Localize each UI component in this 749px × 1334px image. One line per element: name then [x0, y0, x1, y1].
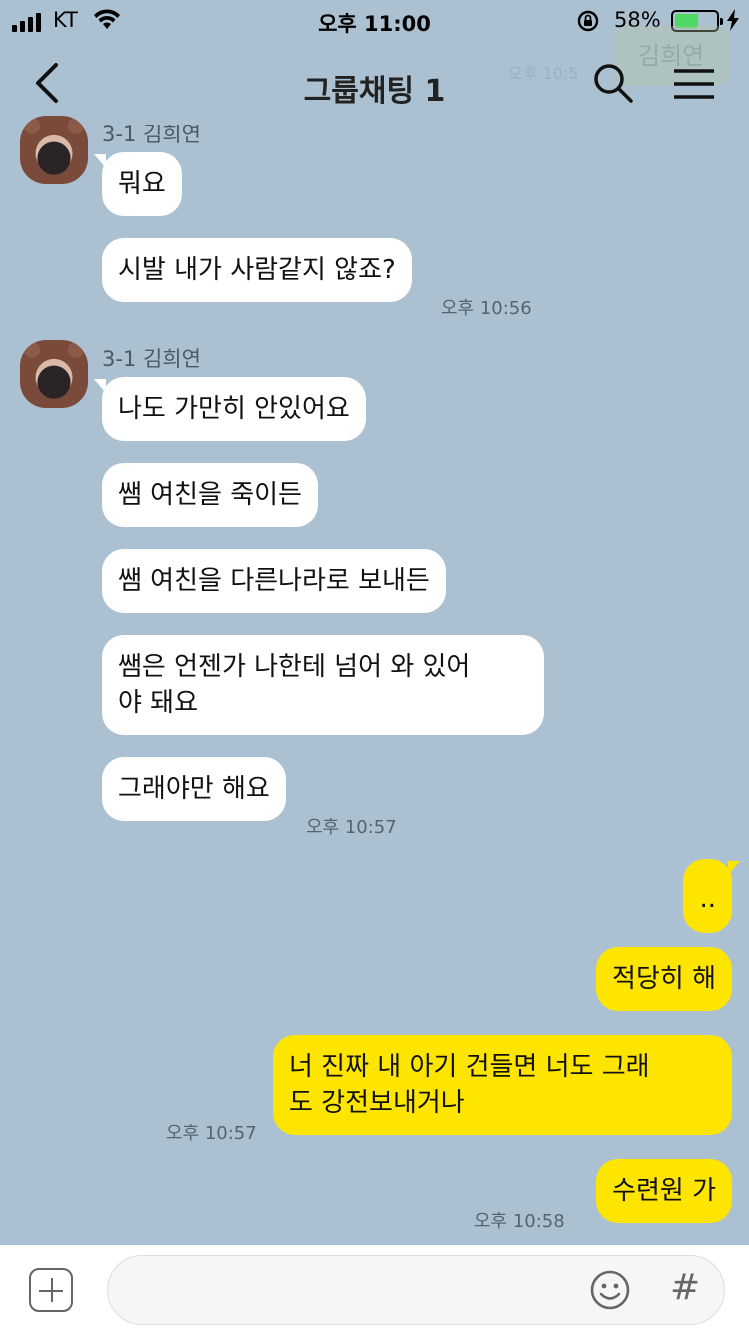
hashtag-icon[interactable]: #	[670, 1267, 700, 1308]
message-bubble[interactable]: 뭐요	[94, 152, 182, 216]
search-icon[interactable]	[592, 62, 634, 104]
input-bar: #	[0, 1245, 749, 1334]
emoji-icon[interactable]	[589, 1269, 631, 1311]
menu-icon[interactable]	[672, 68, 716, 100]
message-input[interactable]	[107, 1255, 725, 1325]
avatar[interactable]	[20, 340, 88, 408]
charging-icon	[727, 9, 739, 31]
message-bubble[interactable]: 쌤 여친을 다른나라로 보내든	[102, 549, 446, 613]
message-bubble[interactable]: 시발 내가 사람같지 않죠?	[102, 238, 412, 302]
my-message-bubble[interactable]: 적당히 해	[596, 947, 732, 1011]
sender-name: 3-1 김희연	[102, 347, 201, 371]
my-message-bubble[interactable]: ..	[683, 859, 740, 933]
rotation-lock-icon	[577, 10, 599, 32]
message-time: 오후 10:57	[166, 1123, 257, 1144]
avatar[interactable]	[20, 116, 88, 184]
sender-name: 3-1 김희연	[102, 122, 201, 146]
message-time: 오후 10:57	[306, 817, 397, 838]
message-time: 오후 10:58	[474, 1211, 565, 1232]
chat-header: 그룹채팅 1	[0, 40, 749, 122]
message-time: 오후 10:56	[441, 298, 532, 319]
message-bubble[interactable]: 쌤 여친을 죽이든	[102, 463, 318, 527]
message-bubble[interactable]: 쌤은 언젠가 나한테 넘어 와 있어 야 돼요	[102, 635, 544, 735]
add-icon[interactable]	[29, 1268, 73, 1312]
message-bubble[interactable]: 그래야만 해요	[102, 757, 286, 821]
chat-title: 그룹채팅 1	[303, 74, 446, 109]
message-bubble[interactable]: 나도 가만히 안있어요	[94, 377, 366, 441]
my-message-bubble[interactable]: 수련원 가	[596, 1159, 732, 1223]
my-message-bubble[interactable]: 너 진짜 내 아기 건들면 너도 그래 도 강전보내거나	[273, 1035, 732, 1135]
